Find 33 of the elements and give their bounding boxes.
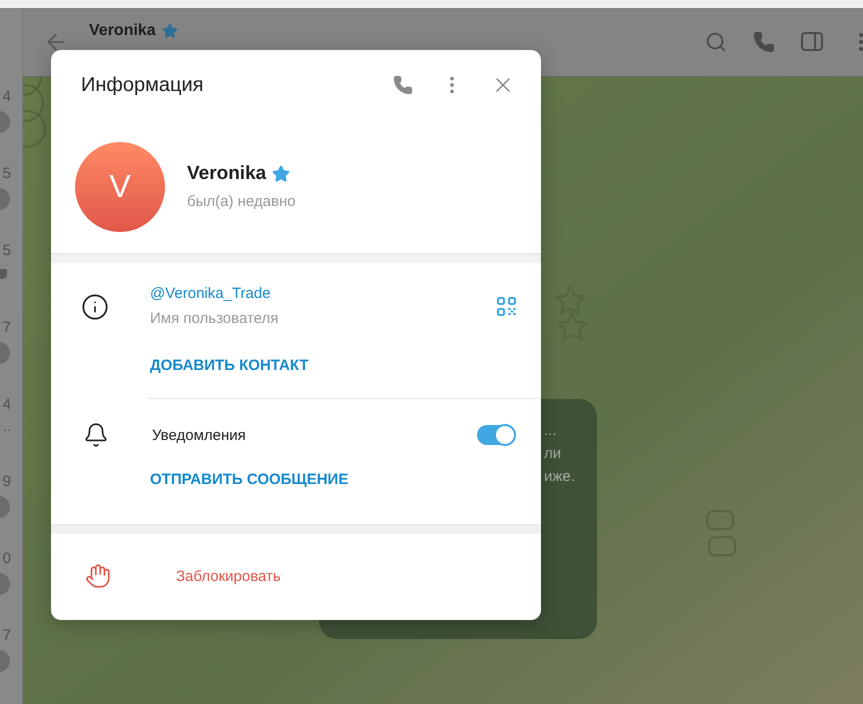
pin-icon	[0, 269, 7, 279]
chat-title: Veronika	[89, 22, 156, 40]
chat-time: 4	[2, 88, 11, 106]
message-text: ...	[544, 421, 557, 441]
block-button[interactable]: Заблокировать	[51, 534, 541, 618]
send-message-button[interactable]: ОТПРАВИТЬ СООБЩЕНИЕ	[150, 471, 348, 488]
username-link[interactable]: @Veronika_Trade	[150, 285, 497, 302]
chat-time: 5	[2, 242, 11, 260]
chat-time: 5	[2, 165, 11, 183]
dialog-title: Информация	[81, 74, 204, 96]
message-text: иже.	[544, 467, 575, 487]
notifications-toggle[interactable]	[477, 425, 515, 445]
chat-time: 7	[2, 319, 11, 337]
profile-name: Veronika	[187, 163, 266, 185]
sidebar-icon[interactable]	[801, 31, 823, 53]
phone-icon[interactable]	[753, 31, 775, 53]
chat-time: 7	[2, 627, 11, 645]
add-contact-button[interactable]: ДОБАВИТЬ КОНТАКТ	[150, 357, 309, 374]
phone-icon[interactable]	[393, 75, 413, 95]
chat-time: 0	[2, 550, 11, 568]
message-text: ли	[544, 444, 562, 464]
chat-time: 9	[2, 473, 11, 491]
hand-icon	[85, 563, 111, 589]
chat-preview: ..	[3, 418, 11, 434]
chat-time: 4	[2, 396, 11, 414]
search-icon[interactable]	[705, 31, 727, 53]
avatar: V	[75, 142, 165, 232]
info-icon	[81, 293, 109, 321]
qr-code-icon[interactable]	[497, 297, 517, 317]
bell-icon	[83, 422, 109, 448]
last-seen-status: был(а) недавно	[187, 193, 296, 210]
notifications-label: Уведомления	[152, 426, 247, 444]
username-label: Имя пользователя	[150, 310, 280, 327]
